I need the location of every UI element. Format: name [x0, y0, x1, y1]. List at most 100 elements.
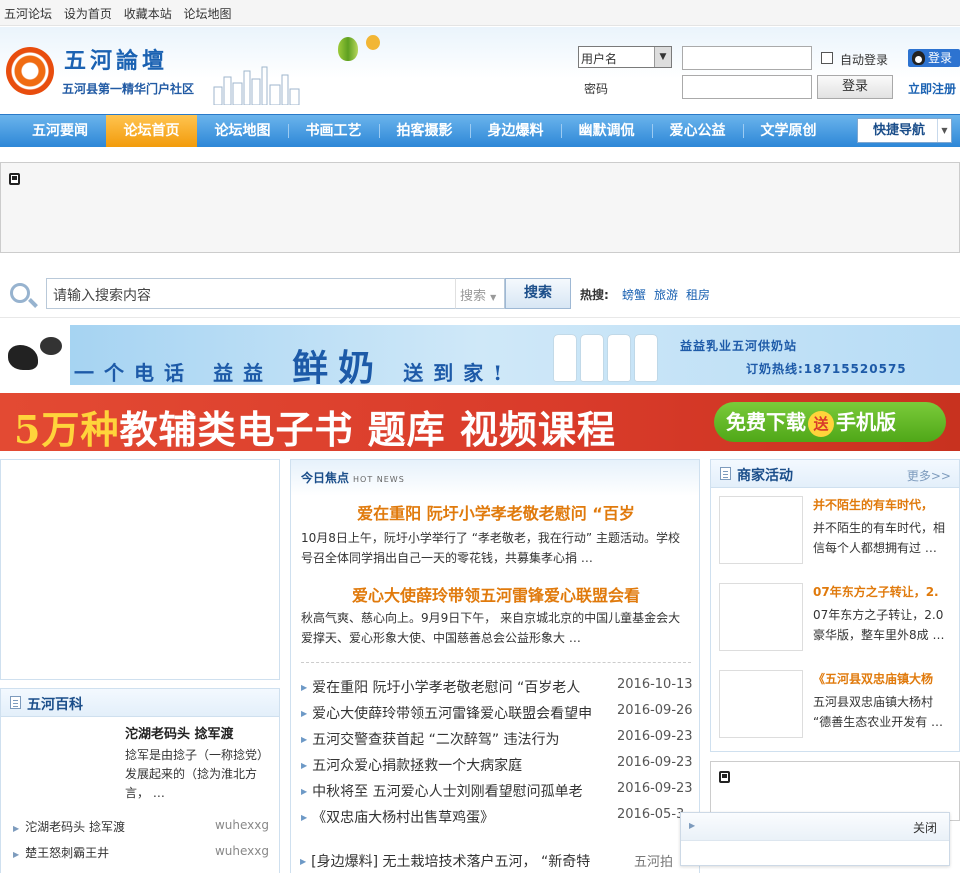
- nav-item-photo[interactable]: 拍客摄影: [379, 115, 470, 147]
- hot-search-link[interactable]: 螃蟹: [622, 286, 646, 303]
- ebook-ad-banner[interactable]: 5万种教辅类电子书 题库 视频课程 免费下载送手机版: [0, 393, 960, 451]
- top-link-bookmark[interactable]: 收藏本站: [124, 7, 172, 21]
- logo-title[interactable]: 五河論壇: [64, 43, 168, 75]
- bullet-arrow-icon: ▶: [689, 821, 696, 830]
- document-icon: [10, 696, 21, 709]
- document-icon: [720, 467, 731, 480]
- more-link[interactable]: 更多>>: [907, 467, 951, 484]
- quick-nav-label: 快捷导航: [873, 123, 926, 138]
- nav-item-literature[interactable]: 文学原创: [743, 115, 834, 147]
- shop-title[interactable]: 商家活动: [737, 465, 793, 485]
- news-title[interactable]: 爱在重阳 阮圩小学孝老敬老慰问 “百岁老人: [312, 680, 580, 696]
- nav-item-news[interactable]: 五河要闻: [0, 115, 120, 147]
- divider: [301, 662, 691, 663]
- logo-icon[interactable]: [6, 47, 54, 95]
- milk-bottles-image: [550, 331, 662, 383]
- baike-item-author[interactable]: wuhexxg: [215, 818, 269, 832]
- search-icon: [10, 283, 30, 303]
- bullet-arrow-icon: ▶: [13, 824, 20, 833]
- baike-item-title[interactable]: 沱湖老码头 捻军渡: [25, 820, 125, 834]
- username-input[interactable]: [682, 46, 812, 70]
- milk-ad-banner[interactable]: 一个电话 益益 鲜奶 送到家! 益益乳业五河供奶站 订奶热线:187155205…: [0, 325, 960, 385]
- logo-subtitle: 五河县第一精华门户社区: [62, 82, 195, 96]
- baike-item-author[interactable]: wuhexxg: [215, 844, 269, 858]
- headline-title[interactable]: 爱在重阳 阮圩小学孝老敬老慰问 “百岁: [291, 500, 701, 524]
- qq-login-button[interactable]: 登录: [908, 49, 960, 67]
- cow-image: [0, 325, 70, 385]
- baike-feature-title[interactable]: 沱湖老码头 捻军渡: [125, 723, 234, 742]
- news-item[interactable]: ▶ 爱心大使薛玲带领五河雷锋爱心联盟会看望申 2016-09-26: [301, 703, 701, 723]
- nav-item-local-news[interactable]: 身边爆料: [470, 115, 561, 147]
- bullet-arrow-icon: ▶: [301, 735, 308, 744]
- quick-nav-button[interactable]: 快捷导航 ▼: [857, 118, 952, 143]
- shop-item-image[interactable]: [719, 583, 803, 651]
- login-type-select[interactable]: 用户名 ▼: [578, 46, 672, 68]
- login-button[interactable]: 登录: [817, 75, 893, 99]
- milk-company: 益益乳业五河供奶站: [680, 339, 798, 353]
- news-title[interactable]: 中秋将至 五河爱心人士刘刚看望慰问孤单老: [312, 784, 582, 800]
- hot-search-link[interactable]: 旅游: [654, 286, 678, 303]
- nav-item-art[interactable]: 书画工艺: [288, 115, 379, 147]
- bullet-arrow-icon: ▶: [301, 683, 308, 692]
- ebook-mobile-label: 手机版: [836, 410, 896, 434]
- news-date: 2016-05-3: [617, 807, 685, 822]
- ebook-download-button[interactable]: 免费下载送手机版: [714, 402, 946, 442]
- nav-item-forum-map[interactable]: 论坛地图: [197, 115, 288, 147]
- password-label: 密码: [584, 82, 609, 96]
- baike-item-title[interactable]: 楚王怒刺霸王井: [25, 846, 109, 860]
- register-link[interactable]: 立即注册: [908, 80, 956, 97]
- top-link-set-home[interactable]: 设为首页: [64, 7, 112, 21]
- news-item[interactable]: ▶ 五河众爱心捐款拯救一个大病家庭 2016-09-23: [301, 755, 701, 775]
- ebook-slogan-b: 教辅类电子书 题库 视频课程: [119, 407, 616, 451]
- search-type-value: 搜索: [460, 289, 487, 304]
- news-item[interactable]: ▶ [身边爆料] 无土栽培技术落户五河， “新奇特 五河拍客: [300, 851, 680, 871]
- focus-header: 今日焦点 HOT NEWS: [291, 460, 699, 496]
- shop-item-desc: 五河县双忠庙镇大杨村 “德善生态农业开发有 …: [813, 695, 944, 729]
- news-source[interactable]: 五河拍客: [634, 851, 680, 873]
- auto-login-checkbox[interactable]: [821, 52, 833, 64]
- list-item[interactable]: ▶ 沱湖老码头 捻军渡 wuhexxg: [13, 818, 273, 836]
- shop-item-desc: 07年东方之子转让，2.0豪华版，整车里外8成 …: [813, 608, 945, 642]
- search-button[interactable]: 搜索: [505, 278, 571, 309]
- shop-item-title[interactable]: 《五河县双忠庙镇大杨: [813, 670, 953, 687]
- milk-hotline: 订奶热线:18715520575: [746, 362, 907, 376]
- news-date: 2016-10-13: [617, 677, 693, 692]
- shop-item-title[interactable]: 并不陌生的有车时代，: [813, 496, 953, 513]
- news-item[interactable]: ▶ 五河交警查获首起 “二次醉驾” 违法行为 2016-09-23: [301, 729, 701, 749]
- shop-item-title[interactable]: 07年东方之子转让，2.: [813, 583, 953, 600]
- ad-plugin-icon: [719, 771, 730, 783]
- login-form: 用户名 ▼ 密码 自动登录 登录 登录 立即注册: [578, 46, 960, 102]
- bullet-arrow-icon: ▶: [301, 709, 308, 718]
- news-title[interactable]: 《双忠庙大杨村出售草鸡蛋》: [312, 810, 494, 826]
- search-input[interactable]: 请输入搜索内容: [46, 278, 458, 309]
- top-link-sitemap[interactable]: 论坛地图: [184, 7, 232, 21]
- shop-item-image[interactable]: [719, 496, 803, 564]
- news-item[interactable]: ▶ 爱在重阳 阮圩小学孝老敬老慰问 “百岁老人 2016-10-13: [301, 677, 701, 697]
- list-item[interactable]: ▶ 楚王怒刺霸王井 wuhexxg: [13, 844, 273, 862]
- nav-item-forum-home[interactable]: 论坛首页: [106, 115, 197, 147]
- news-title[interactable]: 爱心大使薛玲带领五河雷锋爱心联盟会看望申: [312, 706, 592, 722]
- headline-title[interactable]: 爱心大使薛玲带领五河雷锋爱心联盟会看: [291, 582, 701, 606]
- top-bar: 五河论坛 设为首页 收藏本站 论坛地图: [0, 0, 960, 26]
- news-item[interactable]: ▶ 《双忠庙大杨村出售草鸡蛋》 2016-05-3: [301, 807, 701, 827]
- news-title[interactable]: 五河交警查获首起 “二次醉驾” 违法行为: [312, 732, 559, 748]
- password-input[interactable]: [682, 75, 812, 99]
- news-date: 2016-09-23: [617, 729, 693, 744]
- nav-item-humor[interactable]: 幽默调侃: [561, 115, 652, 147]
- baike-title[interactable]: 五河百科: [27, 694, 83, 714]
- hot-search-link[interactable]: 租房: [686, 286, 710, 303]
- news-item[interactable]: ▶ 中秋将至 五河爱心人士刘刚看望慰问孤单老 2016-09-23: [301, 781, 701, 801]
- milk-slogan-b: 益益: [213, 361, 274, 385]
- shop-item-image[interactable]: [719, 670, 803, 738]
- milk-slogan-a: 一个电话: [74, 361, 194, 385]
- news-title[interactable]: 五河众爱心捐款拯救一个大病家庭: [312, 758, 522, 774]
- close-button[interactable]: 关闭: [913, 819, 937, 836]
- search-type-select[interactable]: 搜索 ▼: [455, 278, 505, 309]
- auto-login-label: 自动登录: [840, 53, 889, 67]
- nav-item-charity[interactable]: 爱心公益: [652, 115, 743, 147]
- bullet-arrow-icon: ▶: [13, 850, 20, 859]
- balloon-small-icon: [366, 35, 380, 50]
- top-link-forum[interactable]: 五河论坛: [4, 7, 52, 21]
- headline-desc: 10月8日上午，阮圩小学举行了 “孝老敬老，我在行动” 主题活动。学校号召全体同…: [301, 531, 680, 565]
- news-title[interactable]: [身边爆料] 无土栽培技术落户五河， “新奇特: [311, 854, 590, 870]
